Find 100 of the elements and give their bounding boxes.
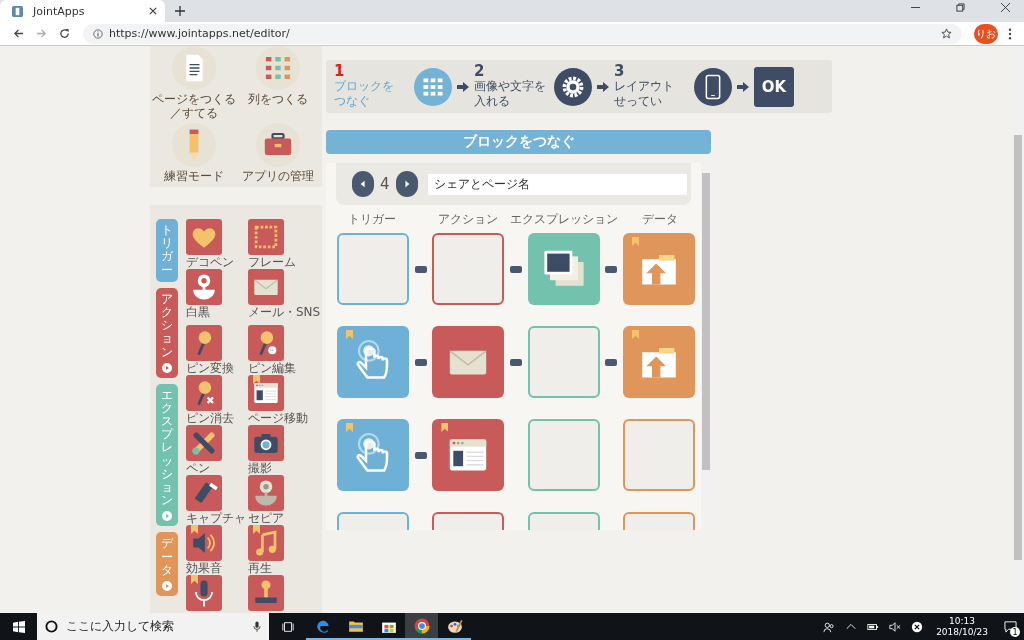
close-icon[interactable] xyxy=(1001,3,1010,12)
grid-icon xyxy=(414,67,452,106)
toolbox-icon xyxy=(256,122,300,167)
step-button[interactable]: 2 画像や文字を 入れる xyxy=(474,64,592,109)
block-tile[interactable] xyxy=(186,425,222,461)
tool-button[interactable]: 練習モード xyxy=(152,122,236,183)
back-icon[interactable] xyxy=(13,28,24,39)
page-number: 4 xyxy=(380,175,390,193)
page-name-field[interactable]: シェアとページ名 xyxy=(427,173,687,195)
column-header: アクション xyxy=(438,211,498,228)
empty-block-slot[interactable] xyxy=(432,233,505,305)
close-icon[interactable] xyxy=(149,7,157,15)
right-triangle-icon xyxy=(402,180,411,188)
block-tile[interactable] xyxy=(248,525,284,561)
abacus-icon xyxy=(256,46,300,90)
previous-page-button[interactable] xyxy=(352,171,374,197)
next-page-button[interactable] xyxy=(395,171,418,197)
menu-icon[interactable] xyxy=(1008,27,1012,40)
block-tile[interactable] xyxy=(248,575,284,611)
tab-title: JointApps xyxy=(33,4,86,18)
tool-label: 練習モード xyxy=(164,168,224,183)
clock[interactable]: 10:13 2018/10/23 xyxy=(936,615,988,638)
block-label: フレーム xyxy=(248,255,297,269)
column-header: データ xyxy=(642,211,678,228)
smartphone-icon xyxy=(694,67,732,106)
profile-avatar[interactable]: りお xyxy=(974,23,998,44)
message-icon xyxy=(1003,620,1017,633)
browser-tab[interactable]: JointApps xyxy=(0,0,165,22)
block-label: 撮影 xyxy=(248,461,273,475)
block-tile[interactable] xyxy=(527,233,600,305)
block-tile[interactable] xyxy=(186,325,222,361)
block-tile[interactable] xyxy=(248,375,284,411)
address-field[interactable]: https://www.jointapps.net/editor/ xyxy=(83,23,962,44)
tool-button[interactable]: アプリの管理 xyxy=(236,122,320,183)
cortana-icon xyxy=(45,620,58,633)
block-tile[interactable] xyxy=(186,575,222,611)
block-tile[interactable] xyxy=(248,219,284,255)
section-title: ブロックをつなぐ xyxy=(326,130,711,154)
block-tile[interactable] xyxy=(248,425,284,461)
app-icon xyxy=(12,5,23,17)
notification-button[interactable]: 1 xyxy=(996,613,1024,640)
column-header: エクスプレッション xyxy=(510,211,618,228)
step-label: 入れる xyxy=(474,94,510,109)
paint-palette-icon[interactable] xyxy=(446,617,463,634)
cancel-circle-icon[interactable] xyxy=(911,620,924,633)
block-tile[interactable] xyxy=(432,419,505,491)
tool-button[interactable]: 列をつくる xyxy=(236,46,320,121)
block-tile[interactable] xyxy=(186,219,222,255)
task-view-icon[interactable] xyxy=(282,620,294,633)
category-tab[interactable]: アクション xyxy=(156,287,178,378)
star-icon[interactable] xyxy=(941,28,952,39)
arrow-icon xyxy=(597,80,609,93)
block-label: ピン変換 xyxy=(186,361,235,375)
speaker-muted-icon[interactable] xyxy=(889,620,902,633)
microphone-icon[interactable] xyxy=(253,620,261,633)
block-label: デコペン xyxy=(186,255,235,269)
tool-label: ページをつくる xyxy=(152,91,236,107)
block-tile[interactable] xyxy=(186,375,222,411)
block-label: ピン編集 xyxy=(248,361,297,375)
step-number: 3 xyxy=(614,64,625,79)
block-label: 効果音 xyxy=(186,561,223,575)
step-number: 2 xyxy=(474,64,485,79)
chrome-icon[interactable] xyxy=(413,617,430,634)
block-label: 再生 xyxy=(248,561,273,575)
new-tab-icon[interactable] xyxy=(175,6,185,16)
block-tile[interactable] xyxy=(248,325,284,361)
block-label: ペン xyxy=(186,461,211,475)
step-button[interactable]: 3 レイアウト せってい xyxy=(614,64,732,109)
block-label: キャプチャ xyxy=(186,511,247,525)
tool-label: 列をつくる xyxy=(248,91,308,107)
step-label: ブロックを xyxy=(334,79,394,94)
step-label: レイアウト xyxy=(614,79,674,94)
step-label: 画像や文字を xyxy=(474,79,546,94)
block-tile[interactable] xyxy=(623,233,695,305)
step-label: せってい xyxy=(614,94,662,109)
block-tile[interactable] xyxy=(186,269,222,305)
windows-start-icon[interactable] xyxy=(13,620,25,633)
block-tile[interactable] xyxy=(337,326,409,398)
block-tile[interactable] xyxy=(186,475,222,511)
step-button[interactable]: 1 ブロックを つなぐ xyxy=(334,64,452,109)
block-tile[interactable] xyxy=(623,326,695,398)
block-tile[interactable] xyxy=(248,269,284,305)
step-label: つなぐ xyxy=(334,94,370,109)
block-tile[interactable] xyxy=(186,525,222,561)
reload-icon[interactable] xyxy=(59,28,70,39)
tool-label: ／すてる xyxy=(170,106,218,121)
tool-button[interactable]: ページをつくる ／すてる xyxy=(152,46,236,121)
block-tile[interactable] xyxy=(432,326,505,398)
left-triangle-icon xyxy=(359,180,367,188)
ok-button[interactable]: OK xyxy=(754,66,794,107)
pencil-icon xyxy=(172,122,216,167)
block-tile[interactable] xyxy=(337,419,409,491)
people-icon[interactable] xyxy=(823,620,836,633)
info-icon xyxy=(93,28,103,39)
block-label: セピア xyxy=(248,511,285,525)
search-field[interactable]: ここに入力して検索 xyxy=(37,613,269,640)
restore-icon[interactable] xyxy=(956,3,965,12)
block-label: ページ移動 xyxy=(248,411,309,425)
block-tile[interactable] xyxy=(248,475,284,511)
step-number: 1 xyxy=(334,64,345,79)
